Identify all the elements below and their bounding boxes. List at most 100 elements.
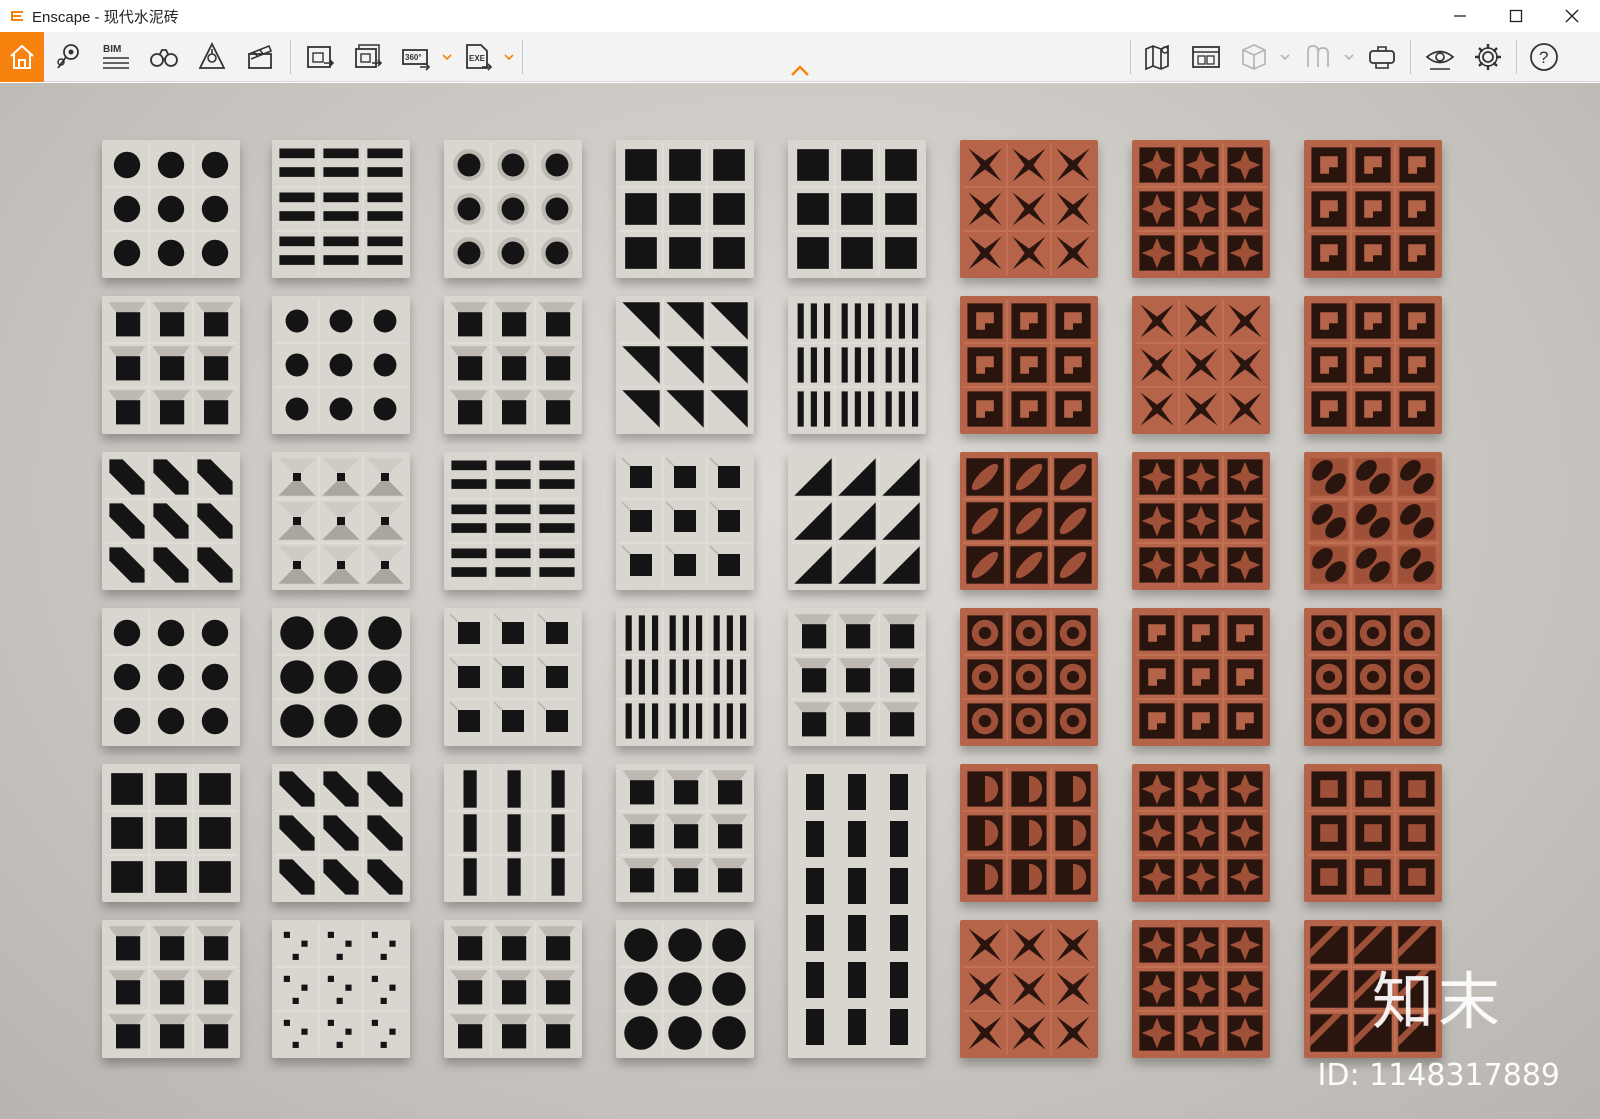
asset-library-icon <box>1192 46 1220 68</box>
close-button[interactable] <box>1544 0 1600 32</box>
breeze-block-tile <box>960 764 1098 902</box>
breeze-block-tile <box>960 608 1098 746</box>
breeze-block-tile <box>616 608 754 746</box>
breeze-block-tile <box>1304 608 1442 746</box>
breeze-block-tile <box>102 452 240 590</box>
breeze-block-tile <box>616 140 754 278</box>
breeze-block-tile <box>272 140 410 278</box>
breeze-block-tile <box>444 296 582 434</box>
breeze-block-tile <box>616 452 754 590</box>
breeze-block-tile <box>444 608 582 746</box>
home-icon <box>10 44 34 69</box>
breeze-block-tile <box>1132 140 1270 278</box>
general-settings-button[interactable] <box>1468 38 1508 76</box>
breeze-block-tile <box>960 140 1098 278</box>
help-button[interactable]: ? <box>1524 38 1564 76</box>
breeze-block-tile <box>444 764 582 902</box>
location-button[interactable] <box>48 38 88 76</box>
breeze-block-tile <box>1132 920 1270 1058</box>
video-editor-button[interactable] <box>240 38 280 76</box>
batch-export-icon <box>355 44 383 68</box>
breeze-block-tile <box>444 452 582 590</box>
chevron-down-icon <box>1280 54 1290 61</box>
breeze-block-tile <box>788 452 926 590</box>
title-bar: Enscape - 现代水泥砖 <box>0 0 1600 32</box>
breeze-block-tile <box>272 764 410 902</box>
breeze-block-tile <box>272 296 410 434</box>
breeze-block-tile <box>102 140 240 278</box>
breeze-block-tile <box>272 920 410 1058</box>
home-button[interactable] <box>0 32 44 82</box>
breeze-block-tile <box>1304 764 1442 902</box>
settings-gear-icon <box>1475 44 1501 70</box>
chevron-down-icon <box>442 54 452 61</box>
clapperboard-icon <box>248 44 273 69</box>
light-view-button[interactable] <box>192 38 232 76</box>
breeze-block-tile <box>102 920 240 1058</box>
breeze-block-tile <box>788 608 926 746</box>
breeze-block-tile <box>444 920 582 1058</box>
exe-dropdown-caret[interactable] <box>504 50 514 64</box>
cube-icon <box>1242 44 1266 70</box>
bim-list-icon: BIM <box>103 44 129 69</box>
breeze-block-tile <box>102 296 240 434</box>
location-pin-icon <box>57 44 79 69</box>
breeze-block-tile <box>616 920 754 1058</box>
svg-text:BIM: BIM <box>103 44 121 55</box>
chevron-up-icon <box>791 65 809 76</box>
collapse-toolbar-button[interactable] <box>788 64 812 78</box>
maximize-icon <box>1509 9 1523 23</box>
render-viewport[interactable]: 知末 ID: 1148317889 <box>0 83 1600 1119</box>
panorama-dropdown-caret[interactable] <box>442 50 452 64</box>
watermark-id: ID: 1148317889 <box>1317 1058 1560 1093</box>
binoculars-icon <box>150 49 178 67</box>
object-button[interactable] <box>1234 38 1274 76</box>
breeze-block-tile <box>1304 296 1442 434</box>
breeze-block-tile <box>272 608 410 746</box>
help-icon: ? <box>1530 43 1558 71</box>
svg-text:EXE: EXE <box>469 54 486 63</box>
visual-settings-button[interactable] <box>1420 38 1460 76</box>
breeze-block-tile <box>960 920 1098 1058</box>
collaboration-button[interactable] <box>1298 38 1338 76</box>
bim-button[interactable]: BIM <box>96 38 136 76</box>
minimize-button[interactable] <box>1432 0 1488 32</box>
window-title: Enscape - 现代水泥砖 <box>32 8 179 26</box>
breeze-block-tile <box>1132 452 1270 590</box>
exe-export-button[interactable]: EXE <box>458 38 498 76</box>
breeze-block-tile <box>1304 452 1442 590</box>
asset-library-button[interactable] <box>1186 38 1226 76</box>
breeze-block-tile <box>102 764 240 902</box>
minimize-icon <box>1454 15 1466 17</box>
screenshot-export-button[interactable] <box>300 38 340 76</box>
vr-headset-icon <box>1369 46 1395 69</box>
breeze-block-tile <box>1132 764 1270 902</box>
map-icon <box>1145 44 1169 71</box>
enscape-logo-icon <box>11 11 23 21</box>
light-view-icon <box>198 41 226 69</box>
visual-settings-eye-icon <box>1425 50 1455 70</box>
vr-headset-button[interactable] <box>1362 38 1402 76</box>
breeze-block-tile <box>616 296 754 434</box>
view-binoculars-button[interactable] <box>144 38 184 76</box>
breeze-block-tile <box>272 452 410 590</box>
map-button[interactable] <box>1138 38 1178 76</box>
breeze-block-tile <box>960 452 1098 590</box>
panorama-export-icon: 360° <box>402 49 431 71</box>
panorama-export-button[interactable]: 360° <box>396 38 436 76</box>
breeze-block-tile <box>960 296 1098 434</box>
maximize-button[interactable] <box>1488 0 1544 32</box>
exe-export-icon: EXE <box>466 44 493 71</box>
breeze-block-tile <box>788 140 926 278</box>
collaboration-dropdown-caret[interactable] <box>1344 50 1354 64</box>
breeze-block-tile <box>102 608 240 746</box>
screenshot-export-icon <box>307 46 335 68</box>
breeze-block-tile <box>788 296 926 434</box>
chevron-down-icon <box>504 54 514 61</box>
watermark-logo: 知末 <box>1371 965 1504 1038</box>
breeze-block-tile <box>788 764 926 1058</box>
batch-export-button[interactable] <box>348 38 388 76</box>
chevron-down-icon <box>1344 54 1354 61</box>
object-dropdown-caret[interactable] <box>1280 50 1290 64</box>
close-icon <box>1565 9 1579 23</box>
